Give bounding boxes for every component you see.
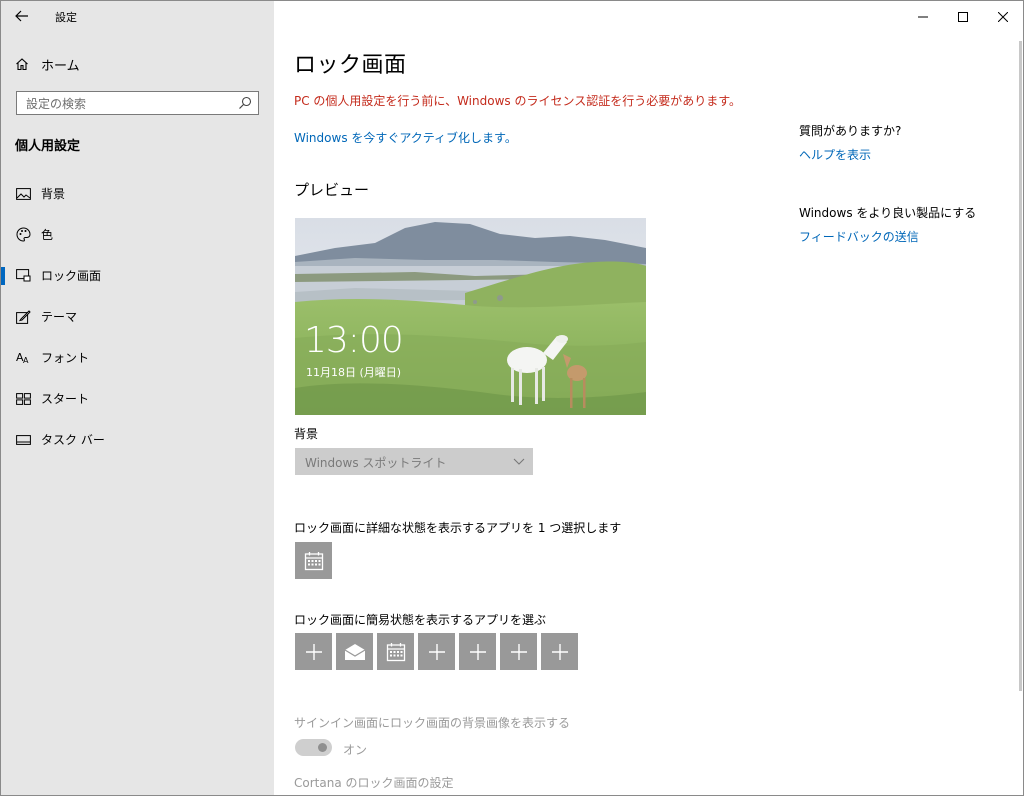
sidebar: 設定 ホーム 個人用設定 背景 色 ロック画面	[1, 1, 274, 795]
sidebar-item-label: テーマ	[41, 310, 78, 324]
quick-status-app-calendar[interactable]	[377, 633, 414, 670]
search-field[interactable]	[16, 91, 259, 116]
app-title: 設定	[55, 11, 77, 24]
sidebar-item-start[interactable]: スタート	[1, 378, 274, 419]
plus-icon	[469, 643, 486, 660]
palette-icon	[16, 227, 31, 242]
background-dropdown-value: Windows スポットライト	[305, 456, 447, 470]
sidebar-item-lock-screen[interactable]: ロック画面	[1, 255, 274, 296]
theme-icon	[15, 309, 31, 324]
quick-status-slot[interactable]	[459, 633, 496, 670]
activation-warning: PC の個人用設定を行う前に、Windows のライセンス認証を行う必要がありま…	[294, 94, 742, 108]
send-feedback-link[interactable]: フィードバックの送信	[799, 228, 919, 245]
sidebar-item-label: スタート	[41, 392, 90, 406]
sidebar-item-theme[interactable]: テーマ	[1, 296, 274, 337]
toggle-knob	[318, 743, 327, 752]
signin-background-toggle[interactable]	[295, 739, 332, 756]
minimize-button[interactable]	[903, 1, 943, 32]
preview-date: 11月18日 (月曜日)	[306, 366, 402, 379]
sidebar-item-label: ロック画面	[41, 269, 102, 283]
svg-text:A: A	[23, 356, 29, 364]
plus-icon	[428, 643, 445, 660]
section-heading: 個人用設定	[15, 139, 81, 154]
lock-screen-preview: 13:00 11月18日 (月曜日)	[295, 218, 646, 415]
background-label: 背景	[294, 427, 319, 441]
minimize-icon	[918, 16, 928, 17]
title-bar: 設定	[1, 1, 274, 32]
detailed-status-app-calendar[interactable]	[295, 542, 332, 579]
quick-status-slot[interactable]	[295, 633, 332, 670]
quick-status-slot[interactable]	[418, 633, 455, 670]
sidebar-item-label: 背景	[41, 187, 66, 201]
scrollbar[interactable]	[1019, 41, 1022, 691]
preview-heading: プレビュー	[294, 181, 370, 199]
back-arrow-icon	[15, 10, 28, 22]
background-dropdown[interactable]: Windows スポットライト	[295, 448, 533, 475]
plus-icon	[305, 643, 322, 660]
sidebar-item-label: 色	[41, 228, 54, 242]
chevron-down-icon	[513, 458, 525, 465]
question-heading: 質問がありますか?	[799, 124, 902, 138]
maximize-icon	[958, 11, 968, 22]
sidebar-item-label: タスク バー	[41, 433, 105, 447]
back-button[interactable]	[10, 5, 34, 27]
mail-icon	[344, 643, 365, 660]
start-icon	[15, 392, 31, 405]
settings-window: 設定 ホーム 個人用設定 背景 色 ロック画面	[0, 0, 1024, 796]
sidebar-item-taskbar[interactable]: タスク バー	[1, 419, 274, 460]
close-icon	[998, 11, 1008, 22]
page-title: ロック画面	[294, 53, 407, 78]
window-controls	[903, 1, 1023, 32]
toggle-state-label: オン	[343, 743, 368, 757]
sidebar-item-home[interactable]: ホーム	[15, 54, 80, 74]
get-help-link[interactable]: ヘルプを表示	[799, 146, 871, 163]
lock-screen-icon	[15, 269, 30, 282]
activate-windows-link[interactable]: Windows を今すぐアクティブ化します。	[294, 129, 517, 146]
sidebar-item-color[interactable]: 色	[1, 214, 274, 255]
taskbar-icon	[15, 434, 31, 445]
search-icon[interactable]	[238, 96, 252, 110]
maximize-button[interactable]	[943, 1, 983, 32]
sidebar-item-label: フォント	[41, 351, 90, 365]
quick-status-app-mail[interactable]	[336, 633, 373, 670]
calendar-icon	[386, 642, 405, 661]
sidebar-nav: 背景 色 ロック画面 テーマ AA フォント スタート タスク バー	[1, 173, 274, 460]
detailed-status-label: ロック画面に詳細な状態を表示するアプリを 1 つ選択します	[294, 521, 622, 535]
cortana-settings-link[interactable]: Cortana のロック画面の設定	[294, 774, 454, 791]
search-input[interactable]	[17, 92, 238, 116]
sidebar-item-font[interactable]: AA フォント	[1, 337, 274, 378]
preview-time: 13:00	[304, 320, 404, 361]
close-button[interactable]	[983, 1, 1023, 32]
quick-status-slot[interactable]	[500, 633, 537, 670]
quick-status-slot[interactable]	[541, 633, 578, 670]
plus-icon	[551, 643, 568, 660]
picture-icon	[15, 187, 31, 200]
font-icon: AA	[16, 351, 29, 364]
sidebar-item-label: ホーム	[41, 58, 80, 74]
quick-status-label: ロック画面に簡易状態を表示するアプリを選ぶ	[294, 613, 547, 627]
landscape-image	[295, 218, 646, 415]
sidebar-item-background[interactable]: 背景	[1, 173, 274, 214]
plus-icon	[510, 643, 527, 660]
improve-heading: Windows をより良い製品にする	[799, 206, 977, 220]
main-content: ロック画面 PC の個人用設定を行う前に、Windows のライセンス認証を行う…	[294, 1, 774, 795]
home-icon	[16, 58, 28, 71]
calendar-icon	[304, 551, 323, 570]
signin-background-label: サインイン画面にロック画面の背景画像を表示する	[294, 716, 571, 730]
